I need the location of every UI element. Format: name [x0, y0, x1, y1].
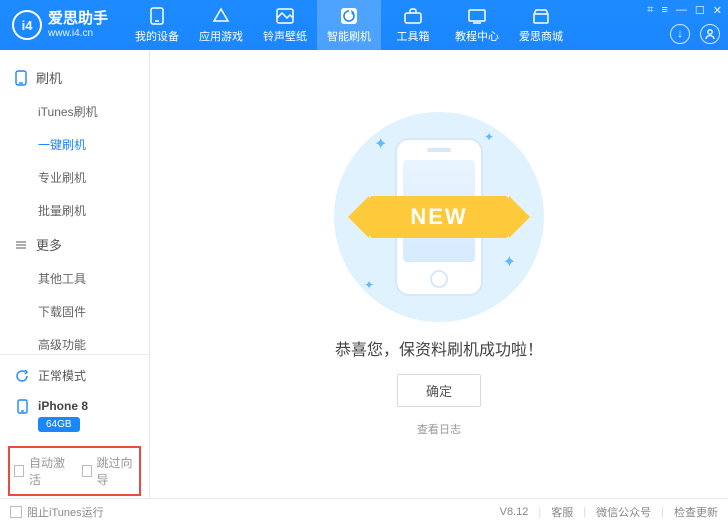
sidebar-group-flash[interactable]: 刷机: [0, 60, 149, 95]
wallpaper-icon: [276, 7, 294, 25]
success-illustration: ✦ ✦ ✦ ✦ NEW: [334, 112, 544, 322]
nav-label: 我的设备: [135, 28, 179, 44]
post-flash-options: 自动激活 跳过向导: [8, 446, 141, 496]
nav-label: 教程中心: [455, 28, 499, 44]
checkbox-box: [82, 465, 92, 477]
sidebar-item-other-tools[interactable]: 其他工具: [38, 262, 149, 295]
checkbox-label: 阻止iTunes运行: [27, 504, 104, 520]
phone-small-icon: [14, 398, 30, 414]
block-itunes-checkbox[interactable]: 阻止iTunes运行: [10, 504, 104, 520]
device-name: iPhone 8: [38, 399, 88, 413]
sidebar-item-itunes-flash[interactable]: iTunes刷机: [38, 95, 149, 128]
skip-wizard-checkbox[interactable]: 跳过向导: [82, 454, 136, 488]
refresh-icon: [14, 368, 30, 384]
separator: |: [661, 506, 664, 518]
nav-tutorials[interactable]: 教程中心: [445, 0, 509, 50]
auto-activate-checkbox[interactable]: 自动激活: [14, 454, 68, 488]
titlebar-actions: ↓: [670, 24, 720, 44]
sparkle-icon: ✦: [374, 134, 387, 154]
nav-label: 工具箱: [397, 28, 430, 44]
new-ribbon: NEW: [344, 187, 534, 247]
app-title: 爱思助手: [48, 11, 108, 28]
view-logs-link[interactable]: 查看日志: [417, 421, 461, 437]
sidebar-item-advanced[interactable]: 高级功能: [38, 328, 149, 354]
sidebar-item-oneclick-flash[interactable]: 一键刷机: [38, 128, 149, 161]
sidebar-item-pro-flash[interactable]: 专业刷机: [38, 161, 149, 194]
sparkle-icon: ✦: [364, 278, 374, 292]
app-subtitle: www.i4.cn: [48, 28, 108, 39]
separator: |: [538, 506, 541, 518]
more-icon: [14, 238, 28, 252]
status-bar: 阻止iTunes运行 V8.12 | 客服 | 微信公众号 | 检查更新: [0, 498, 728, 524]
nav-store[interactable]: 爱思商城: [509, 0, 573, 50]
nav-toolbox[interactable]: 工具箱: [381, 0, 445, 50]
app-window: i4 爱思助手 www.i4.cn 我的设备 应用游戏 铃声壁纸 智能刷机: [0, 0, 728, 524]
checkbox-label: 跳过向导: [97, 454, 135, 488]
window-controls: ⌗ ≡ — ☐ ✕: [647, 4, 722, 17]
nav-ringtones[interactable]: 铃声壁纸: [253, 0, 317, 50]
apps-icon: [212, 7, 230, 25]
flash-icon: [340, 7, 358, 25]
qr-icon[interactable]: ⌗: [647, 4, 653, 17]
group-title: 更多: [36, 235, 62, 254]
checkbox-label: 自动激活: [29, 454, 67, 488]
ribbon-label: NEW: [369, 196, 509, 238]
body: 刷机 iTunes刷机 一键刷机 专业刷机 批量刷机 更多 其他工具 下载固件 …: [0, 50, 728, 498]
tutorial-icon: [468, 7, 486, 25]
success-message: 恭喜您，保资料刷机成功啦！: [335, 336, 543, 360]
mode-row[interactable]: 正常模式: [0, 359, 149, 392]
nav-label: 爱思商城: [519, 28, 563, 44]
sidebar: 刷机 iTunes刷机 一键刷机 专业刷机 批量刷机 更多 其他工具 下载固件 …: [0, 50, 150, 498]
logo-badge: i4: [12, 10, 42, 40]
checkbox-box: [14, 465, 24, 477]
nav-apps-games[interactable]: 应用游戏: [189, 0, 253, 50]
store-icon: [532, 7, 550, 25]
group-title: 刷机: [36, 68, 62, 87]
device-icon: [148, 7, 166, 25]
nav-label: 智能刷机: [327, 28, 371, 44]
sidebar-bottom: 正常模式 iPhone 8 64GB 自动激活 跳过向导: [0, 354, 149, 498]
maximize-icon[interactable]: ☐: [695, 4, 705, 17]
capacity-badge: 64GB: [38, 417, 80, 432]
title-bar: i4 爱思助手 www.i4.cn 我的设备 应用游戏 铃声壁纸 智能刷机: [0, 0, 728, 50]
top-nav: 我的设备 应用游戏 铃声壁纸 智能刷机 工具箱 教程中心: [125, 0, 573, 50]
mode-label: 正常模式: [38, 367, 86, 384]
main-content: ✦ ✦ ✦ ✦ NEW 恭喜您，保资料刷机成功啦！ 确定 查看日志: [150, 50, 728, 498]
account-button[interactable]: [700, 24, 720, 44]
footer-link-update[interactable]: 检查更新: [674, 504, 718, 520]
phone-icon: [14, 71, 28, 85]
sidebar-group-more[interactable]: 更多: [0, 227, 149, 262]
footer-link-support[interactable]: 客服: [551, 504, 573, 520]
sidebar-item-batch-flash[interactable]: 批量刷机: [38, 194, 149, 227]
download-button[interactable]: ↓: [670, 24, 690, 44]
sparkle-icon: ✦: [503, 252, 516, 272]
version-label: V8.12: [500, 506, 529, 518]
nav-smart-flash[interactable]: 智能刷机: [317, 0, 381, 50]
separator: |: [583, 506, 586, 518]
menu-icon[interactable]: ≡: [661, 4, 667, 17]
nav-label: 铃声壁纸: [263, 28, 307, 44]
sparkle-icon: ✦: [484, 130, 494, 144]
sidebar-item-download-firmware[interactable]: 下载固件: [38, 295, 149, 328]
minimize-icon[interactable]: —: [676, 4, 687, 17]
app-logo: i4 爱思助手 www.i4.cn: [0, 10, 120, 40]
close-icon[interactable]: ✕: [713, 4, 722, 17]
nav-my-device[interactable]: 我的设备: [125, 0, 189, 50]
nav-label: 应用游戏: [199, 28, 243, 44]
footer-link-wechat[interactable]: 微信公众号: [596, 504, 651, 520]
device-row[interactable]: iPhone 8: [0, 392, 149, 416]
toolbox-icon: [404, 7, 422, 25]
ok-button[interactable]: 确定: [397, 374, 481, 407]
checkbox-box: [10, 506, 22, 518]
